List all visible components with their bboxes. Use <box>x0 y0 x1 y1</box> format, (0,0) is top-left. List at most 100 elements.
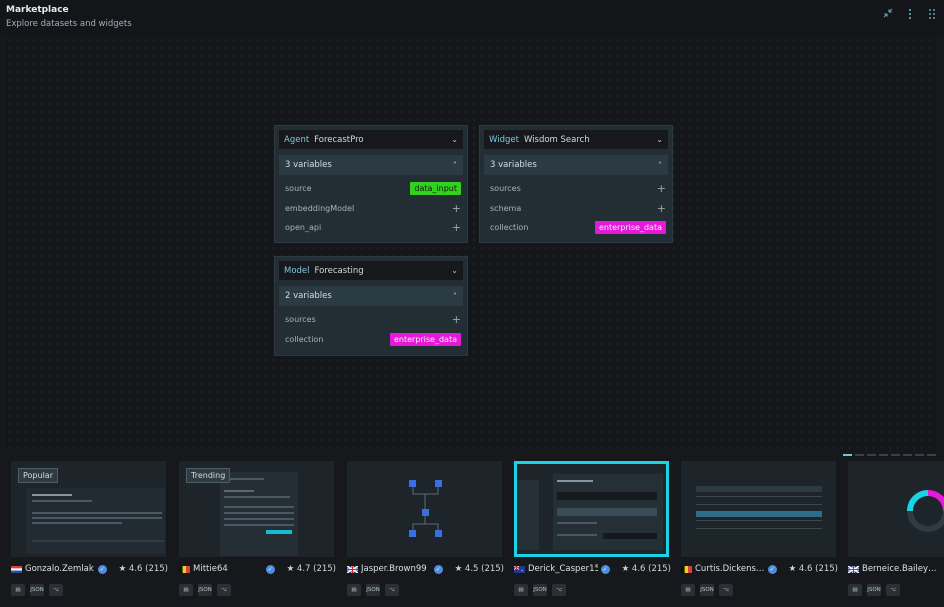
card-thumbnail[interactable] <box>681 461 836 557</box>
add-icon[interactable]: + <box>657 202 666 215</box>
card-meta: Mittie64 ✓ ★ 4.7 (215) <box>179 560 336 578</box>
gallery-card[interactable]: Jasper.Brown99 ✓ ★ 4.5 (215) ▤ JSON ⌥ <box>347 461 504 596</box>
pager-dot[interactable] <box>879 454 888 456</box>
author-name[interactable]: Gonzalo.Zemlak <box>25 564 95 574</box>
json-button[interactable]: JSON <box>366 584 380 596</box>
node-kind: Agent <box>284 134 310 145</box>
json-button[interactable]: JSON <box>30 584 44 596</box>
thumbnail-side-panel <box>517 480 539 550</box>
page-subtitle: Explore datasets and widgets <box>6 19 132 29</box>
variable-list: sources + collection enterprise_data <box>279 306 463 349</box>
gallery-card[interactable]: Popular Gonzalo.Zemlak ✓ ★ 4.6 (215) ▤ J… <box>11 461 168 596</box>
hierarchy-icon[interactable]: ⌥ <box>217 584 231 596</box>
variables-toggle[interactable]: 2 variables ˄ <box>279 286 463 306</box>
document-icon[interactable]: ▤ <box>681 584 695 596</box>
flag-uk-icon <box>347 565 358 573</box>
document-icon[interactable]: ▤ <box>347 584 361 596</box>
document-icon[interactable]: ▤ <box>514 584 528 596</box>
verified-badge-icon: ✓ <box>767 564 777 574</box>
hierarchy-icon[interactable]: ⌥ <box>385 584 399 596</box>
author-name[interactable]: Jasper.Brown99 <box>361 564 431 574</box>
variables-count: 3 variables <box>490 160 537 170</box>
author-name[interactable]: Curtis.Dickens… <box>695 564 765 574</box>
document-icon[interactable]: ▤ <box>179 584 193 596</box>
variable-value-pill[interactable]: data_input <box>410 182 461 196</box>
node-header[interactable]: Model Forecasting ⌄ <box>279 261 463 280</box>
node-card-model[interactable]: Model Forecasting ⌄ 2 variables ˄ source… <box>274 256 468 356</box>
gallery-card[interactable]: Trending Mittie64 ✓ ★ 4.7 (215) ▤ JSON ⌥ <box>179 461 336 596</box>
table-preview <box>696 486 822 536</box>
rating: ★ 4.6 (215) <box>788 564 838 574</box>
hierarchy-icon[interactable]: ⌥ <box>719 584 733 596</box>
flag-uk-icon <box>848 565 859 573</box>
flow-canvas[interactable] <box>6 36 938 451</box>
card-thumbnail[interactable] <box>514 461 669 557</box>
chevron-up-icon[interactable]: ˄ <box>453 161 457 170</box>
hierarchy-icon[interactable]: ⌥ <box>886 584 900 596</box>
gallery-card[interactable]: Berneice.Bailey… ▤ JSON ⌥ <box>848 461 944 596</box>
chevron-down-icon[interactable]: ⌄ <box>656 135 663 144</box>
pager-dot[interactable] <box>927 454 936 456</box>
variable-label: collection <box>490 223 529 233</box>
flag-belgium-icon <box>681 565 692 573</box>
pager-dot[interactable] <box>903 454 912 456</box>
rating: ★ 4.5 (215) <box>454 564 504 574</box>
json-button[interactable]: JSON <box>700 584 714 596</box>
grid-dots-icon[interactable] <box>927 8 937 20</box>
add-icon[interactable]: + <box>452 313 461 326</box>
page-title: Marketplace <box>6 5 69 15</box>
gallery-card-selected[interactable]: Derick_Casper15 ✓ ★ 4.6 (215) ▤ JSON ⌥ <box>514 461 671 596</box>
verified-badge-icon: ✓ <box>97 564 107 574</box>
pager-dot[interactable] <box>843 454 852 456</box>
node-header[interactable]: Widget Wisdom Search ⌄ <box>484 130 668 149</box>
variable-label: embeddingModel <box>285 203 355 213</box>
node-kind: Model <box>284 265 310 276</box>
chevron-down-icon[interactable]: ⌄ <box>451 266 458 275</box>
chevron-up-icon[interactable]: ˄ <box>658 161 662 170</box>
flag-belgium-icon <box>179 565 190 573</box>
variable-value-pill[interactable]: enterprise_data <box>594 221 666 235</box>
card-thumbnail[interactable] <box>848 461 944 557</box>
card-thumbnail[interactable]: Popular <box>11 461 166 557</box>
variable-value-pill[interactable]: enterprise_data <box>389 332 461 346</box>
pager-dot[interactable] <box>891 454 900 456</box>
add-icon[interactable]: + <box>452 221 461 234</box>
author-name[interactable]: Mittie64 <box>193 564 263 574</box>
pager-dot[interactable] <box>855 454 864 456</box>
hierarchy-icon[interactable]: ⌥ <box>552 584 566 596</box>
json-button[interactable]: JSON <box>198 584 212 596</box>
card-actions: ▤ JSON ⌥ <box>681 584 838 596</box>
add-icon[interactable]: + <box>657 182 666 195</box>
more-vertical-icon[interactable] <box>905 8 915 20</box>
document-icon[interactable]: ▤ <box>848 584 862 596</box>
author-name[interactable]: Derick_Casper15 <box>528 564 598 574</box>
variables-toggle[interactable]: 3 variables ˄ <box>279 155 463 175</box>
card-actions: ▤ JSON ⌥ <box>11 584 168 596</box>
variables-count: 2 variables <box>285 291 332 301</box>
node-card-agent[interactable]: Agent ForecastPro ⌄ 3 variables ˄ source… <box>274 125 468 243</box>
pager-dot[interactable] <box>915 454 924 456</box>
variables-toggle[interactable]: 3 variables ˄ <box>484 155 668 175</box>
gallery-card[interactable]: Curtis.Dickens… ✓ ★ 4.6 (215) ▤ JSON ⌥ <box>681 461 838 596</box>
node-card-widget[interactable]: Widget Wisdom Search ⌄ 3 variables ˄ sou… <box>479 125 673 243</box>
node-header[interactable]: Agent ForecastPro ⌄ <box>279 130 463 149</box>
author-name[interactable]: Berneice.Bailey… <box>862 564 944 574</box>
carousel-pager <box>843 454 936 456</box>
variable-label: schema <box>490 203 522 213</box>
chevron-up-icon[interactable]: ˄ <box>453 292 457 301</box>
card-tag: Popular <box>18 468 58 483</box>
rating: ★ 4.6 (215) <box>621 564 671 574</box>
document-icon[interactable]: ▤ <box>11 584 25 596</box>
chevron-down-icon[interactable]: ⌄ <box>451 135 458 144</box>
pager-dot[interactable] <box>867 454 876 456</box>
collapse-icon[interactable] <box>883 8 893 20</box>
json-button[interactable]: JSON <box>533 584 547 596</box>
card-thumbnail[interactable]: Trending <box>179 461 334 557</box>
variables-count: 3 variables <box>285 160 332 170</box>
card-meta: Jasper.Brown99 ✓ ★ 4.5 (215) <box>347 560 504 578</box>
card-actions: ▤ JSON ⌥ <box>347 584 504 596</box>
json-button[interactable]: JSON <box>867 584 881 596</box>
hierarchy-icon[interactable]: ⌥ <box>49 584 63 596</box>
add-icon[interactable]: + <box>452 202 461 215</box>
card-thumbnail[interactable] <box>347 461 502 557</box>
